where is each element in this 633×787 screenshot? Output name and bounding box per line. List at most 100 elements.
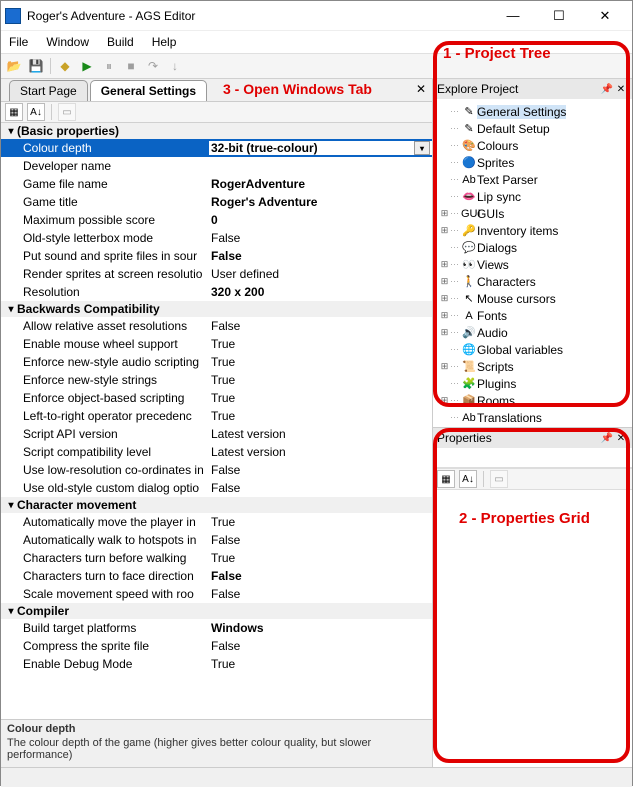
property-pages-icon[interactable]: ▭ xyxy=(490,470,508,488)
property-row[interactable]: Automatically move the player inTrue xyxy=(1,513,432,531)
build-icon[interactable]: ◆ xyxy=(55,56,75,76)
expand-icon[interactable]: ⊞ xyxy=(439,225,450,236)
expand-icon[interactable]: ⊞ xyxy=(439,327,450,338)
property-row[interactable]: Enforce object-based scriptingTrue xyxy=(1,389,432,407)
tree-item[interactable]: ⊞⋯↖Mouse cursors xyxy=(435,290,630,307)
tree-item[interactable]: ⊞⋯👀Views xyxy=(435,256,630,273)
property-row[interactable]: Game titleRoger's Adventure xyxy=(1,193,432,211)
property-row[interactable]: Old-style letterbox modeFalse xyxy=(1,229,432,247)
property-value[interactable]: True xyxy=(209,409,432,423)
property-row[interactable]: Compress the sprite fileFalse xyxy=(1,637,432,655)
tree-item[interactable]: ⋯🧩Plugins xyxy=(435,375,630,392)
property-value[interactable]: True xyxy=(209,391,432,405)
tree-item[interactable]: ⊞⋯🔊Audio xyxy=(435,324,630,341)
tree-item[interactable]: ⋯✎General Settings xyxy=(435,103,630,120)
menu-build[interactable]: Build xyxy=(107,35,134,49)
property-row[interactable]: Script compatibility levelLatest version xyxy=(1,443,432,461)
alpha-sort-icon[interactable]: A↓ xyxy=(459,470,477,488)
property-value[interactable]: Latest version xyxy=(209,427,432,441)
tab-close-icon[interactable]: ✕ xyxy=(416,82,426,96)
maximize-button[interactable]: ☐ xyxy=(536,1,582,31)
property-row[interactable]: Script API versionLatest version xyxy=(1,425,432,443)
property-value[interactable]: True xyxy=(209,355,432,369)
property-row[interactable]: Characters turn to face directionFalse xyxy=(1,567,432,585)
tab-start-page[interactable]: Start Page xyxy=(9,80,88,101)
run-icon[interactable]: ▶ xyxy=(77,56,97,76)
category-header[interactable]: ▾Compiler xyxy=(1,603,432,619)
tree-item[interactable]: ⊞⋯GUIGUIs xyxy=(435,205,630,222)
tree-item[interactable]: ⊞⋯🚶Characters xyxy=(435,273,630,290)
close-button[interactable]: ✕ xyxy=(582,1,628,31)
property-row[interactable]: Use low-resolution co-ordinates inFalse xyxy=(1,461,432,479)
property-value[interactable]: True xyxy=(209,373,432,387)
tree-item[interactable]: ⋯🎨Colours xyxy=(435,137,630,154)
property-row[interactable]: Put sound and sprite files in sourFalse xyxy=(1,247,432,265)
tab-general-settings[interactable]: General Settings xyxy=(90,80,207,101)
property-value[interactable]: User defined xyxy=(209,267,432,281)
expand-icon[interactable]: ⊞ xyxy=(439,310,450,321)
property-value[interactable]: False xyxy=(209,249,432,263)
tree-item[interactable]: ⋯💬Dialogs xyxy=(435,239,630,256)
property-value[interactable]: True xyxy=(209,551,432,565)
property-value[interactable]: False xyxy=(209,639,432,653)
pin-icon[interactable]: 📌 xyxy=(600,84,614,95)
property-row[interactable]: Allow relative asset resolutionsFalse xyxy=(1,317,432,335)
property-value[interactable]: False xyxy=(209,587,432,601)
property-value[interactable]: 32-bit (true-colour)▾ xyxy=(209,141,432,155)
open-icon[interactable]: 📂 xyxy=(4,56,24,76)
category-header[interactable]: ▾Backwards Compatibility xyxy=(1,301,432,317)
property-row[interactable]: Scale movement speed with rooFalse xyxy=(1,585,432,603)
property-row[interactable]: Enable Debug ModeTrue xyxy=(1,655,432,673)
property-row[interactable]: Build target platformsWindows xyxy=(1,619,432,637)
property-row[interactable]: Use old-style custom dialog optioFalse xyxy=(1,479,432,497)
tree-item[interactable]: ⋯👄Lip sync xyxy=(435,188,630,205)
property-row[interactable]: Enforce new-style audio scriptingTrue xyxy=(1,353,432,371)
dropdown-icon[interactable]: ▾ xyxy=(414,141,430,155)
expand-icon[interactable]: ⊞ xyxy=(439,208,450,219)
project-tree[interactable]: ⋯✎General Settings⋯✎Default Setup⋯🎨Colou… xyxy=(433,99,632,427)
property-row[interactable]: Colour depth32-bit (true-colour)▾ xyxy=(1,139,432,157)
minimize-button[interactable]: — xyxy=(490,1,536,31)
property-row[interactable]: Automatically walk to hotspots inFalse xyxy=(1,531,432,549)
property-value[interactable]: True xyxy=(209,337,432,351)
property-value[interactable]: Latest version xyxy=(209,445,432,459)
save-icon[interactable]: 💾 xyxy=(26,56,46,76)
property-row[interactable]: Enforce new-style stringsTrue xyxy=(1,371,432,389)
property-value[interactable]: True xyxy=(209,657,432,671)
property-value[interactable]: RogerAdventure xyxy=(209,177,432,191)
menu-help[interactable]: Help xyxy=(152,35,177,49)
tree-item[interactable]: ⋯🌐Global variables xyxy=(435,341,630,358)
property-row[interactable]: Game file nameRogerAdventure xyxy=(1,175,432,193)
expand-icon[interactable]: ⊞ xyxy=(439,293,450,304)
tree-item[interactable]: ⊞⋯📦Rooms xyxy=(435,392,630,409)
expand-icon[interactable]: ⊞ xyxy=(439,361,450,372)
menu-file[interactable]: File xyxy=(9,35,28,49)
pin-icon[interactable]: 📌 xyxy=(600,433,614,444)
panel-close-icon[interactable]: ✕ xyxy=(614,433,628,444)
property-row[interactable]: Render sprites at screen resolutioUser d… xyxy=(1,265,432,283)
property-value[interactable]: Windows xyxy=(209,621,432,635)
property-value[interactable]: False xyxy=(209,319,432,333)
property-row[interactable]: Characters turn before walkingTrue xyxy=(1,549,432,567)
categorized-icon[interactable]: ▦ xyxy=(5,103,23,121)
category-header[interactable]: ▾(Basic properties) xyxy=(1,123,432,139)
tree-item[interactable]: ⊞⋯📜Scripts xyxy=(435,358,630,375)
property-value[interactable]: False xyxy=(209,569,432,583)
category-header[interactable]: ▾Character movement xyxy=(1,497,432,513)
property-row[interactable]: Developer name xyxy=(1,157,432,175)
panel-close-icon[interactable]: ✕ xyxy=(614,84,628,95)
tree-item[interactable]: ⋯✎Default Setup xyxy=(435,120,630,137)
alpha-sort-icon[interactable]: A↓ xyxy=(27,103,45,121)
property-value[interactable]: False xyxy=(209,463,432,477)
property-row[interactable]: Left-to-right operator precedencTrue xyxy=(1,407,432,425)
tree-item[interactable]: ⋯AbText Parser xyxy=(435,171,630,188)
tree-item[interactable]: ⊞⋯AFonts xyxy=(435,307,630,324)
expand-icon[interactable]: ⊞ xyxy=(439,276,450,287)
expand-icon[interactable]: ⊞ xyxy=(439,395,450,406)
property-row[interactable]: Enable mouse wheel supportTrue xyxy=(1,335,432,353)
property-row[interactable]: Maximum possible score0 xyxy=(1,211,432,229)
tree-item[interactable]: ⋯🔵Sprites xyxy=(435,154,630,171)
property-value[interactable]: Roger's Adventure xyxy=(209,195,432,209)
tree-item[interactable]: ⋯AbTranslations xyxy=(435,409,630,426)
property-grid[interactable]: ▾(Basic properties)Colour depth32-bit (t… xyxy=(1,123,432,719)
